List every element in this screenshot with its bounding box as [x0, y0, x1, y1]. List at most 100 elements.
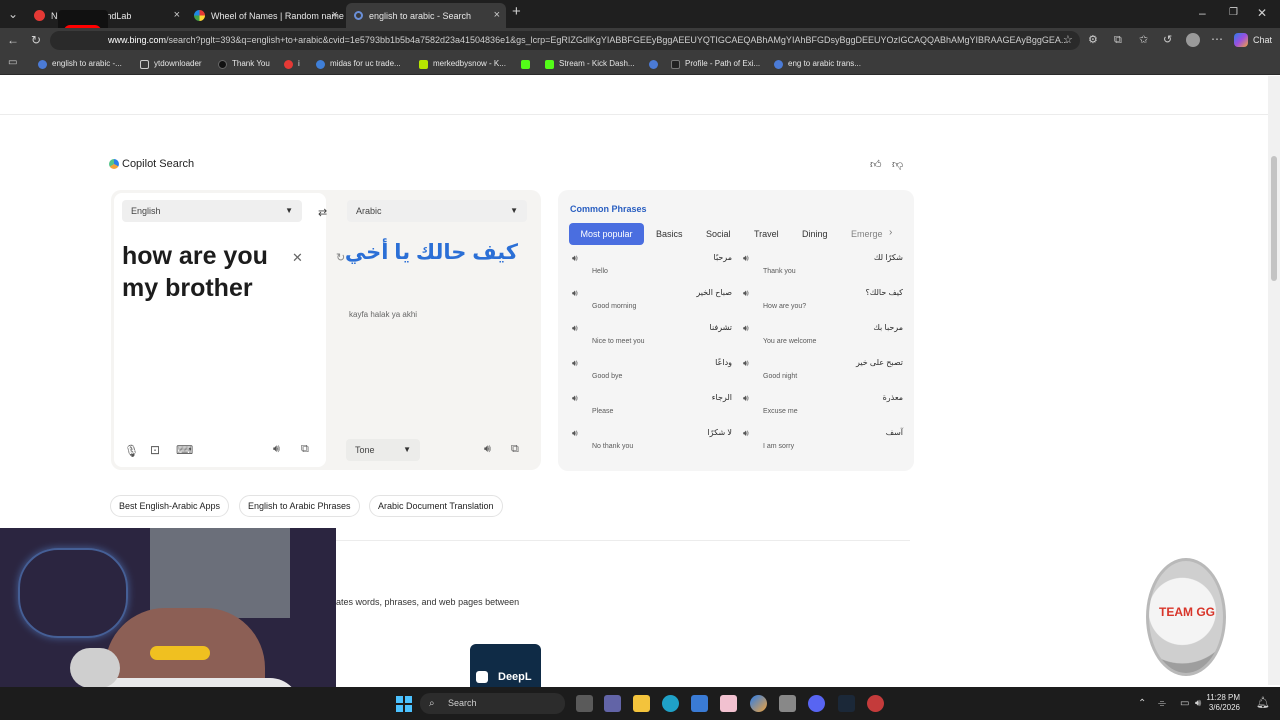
- edge-icon[interactable]: [662, 695, 679, 712]
- phrase-tab-travel[interactable]: Travel: [754, 229, 779, 239]
- close-tab-icon[interactable]: ×: [174, 9, 180, 21]
- phrase-speaker-icon[interactable]: 🔊︎: [743, 253, 749, 264]
- source-speaker-icon[interactable]: 🔊︎: [273, 443, 280, 456]
- phrase-arabic[interactable]: كيف حالك؟: [803, 288, 903, 297]
- phrase-tab-social[interactable]: Social: [706, 229, 731, 239]
- phrase-tab-basics[interactable]: Basics: [656, 229, 683, 239]
- phrase-tab-dining[interactable]: Dining: [802, 229, 828, 239]
- copilot-taskbar-icon[interactable]: [750, 695, 767, 712]
- phrase-arabic[interactable]: وداعًا: [632, 358, 732, 367]
- favorite-star-icon[interactable]: ☆: [1063, 33, 1073, 47]
- phrase-arabic[interactable]: صباح الخير: [632, 288, 732, 297]
- steam-icon[interactable]: [838, 695, 855, 712]
- profile-avatar[interactable]: [1186, 33, 1200, 47]
- close-window-icon[interactable]: ✕: [1257, 6, 1267, 20]
- maximize-icon[interactable]: ❐: [1229, 6, 1238, 20]
- store-icon[interactable]: [691, 695, 708, 712]
- thumbs-down-icon[interactable]: 👎︎: [892, 158, 903, 171]
- split-screen-icon[interactable]: ⧉: [1114, 33, 1122, 47]
- source-text-input[interactable]: how are you my brother: [122, 240, 292, 304]
- clear-text-icon[interactable]: ✕: [292, 250, 303, 266]
- close-tab-icon[interactable]: ×: [494, 9, 500, 21]
- app-icon[interactable]: [779, 695, 796, 712]
- more-menu-icon[interactable]: ⋯: [1211, 32, 1223, 46]
- target-speaker-icon[interactable]: 🔊︎: [484, 443, 491, 456]
- chat-label[interactable]: Chat: [1253, 35, 1272, 45]
- swap-languages-icon[interactable]: ⇄: [318, 206, 327, 219]
- microphone-icon[interactable]: 🎙︎: [124, 444, 139, 458]
- favorite-link[interactable]: ytdownloader: [140, 57, 202, 71]
- phrase-speaker-icon[interactable]: 🔊︎: [572, 428, 578, 439]
- taskbar-search[interactable]: ⌕ Search: [420, 693, 565, 714]
- page-scrollbar[interactable]: [1268, 76, 1280, 685]
- phrase-arabic[interactable]: مرحبًا: [632, 253, 733, 262]
- back-icon[interactable]: ←: [7, 33, 19, 47]
- notifications-icon[interactable]: 🔔︎: [1256, 696, 1270, 710]
- camera-scan-icon[interactable]: ⊡: [150, 443, 160, 457]
- favorites-icon[interactable]: ✩: [1139, 33, 1148, 47]
- close-tab-icon[interactable]: ×: [332, 9, 338, 21]
- display-icon[interactable]: ▭: [1180, 697, 1189, 711]
- target-copy-icon[interactable]: ⧉: [511, 443, 519, 456]
- tab-bing-search[interactable]: english to arabic - Search ×: [346, 3, 506, 28]
- discord-icon[interactable]: [808, 695, 825, 712]
- volume-icon[interactable]: 🔊︎: [1195, 697, 1201, 711]
- favorites-menu-icon[interactable]: ▭: [8, 56, 17, 70]
- phrase-arabic[interactable]: الرجاء: [632, 393, 732, 402]
- phrase-speaker-icon[interactable]: 🔊︎: [572, 323, 578, 334]
- favorite-link[interactable]: midas for uc trade...: [316, 57, 401, 71]
- file-explorer-icon[interactable]: [633, 695, 650, 712]
- thumbs-up-icon[interactable]: 👍︎: [870, 158, 882, 171]
- app-icon[interactable]: [720, 695, 737, 712]
- phrase-arabic[interactable]: مرحبا بك: [803, 323, 903, 332]
- network-icon[interactable]: ⌯: [1158, 697, 1166, 711]
- tab-list-icon[interactable]: ⌄: [8, 7, 18, 21]
- phrase-arabic[interactable]: لا شكرًا: [632, 428, 732, 437]
- suggestion-chip[interactable]: Best English-Arabic Apps: [110, 495, 230, 517]
- keyboard-icon[interactable]: ⌨: [176, 443, 193, 457]
- refresh-icon[interactable]: ↻: [31, 33, 41, 47]
- app-icon[interactable]: [867, 695, 884, 712]
- favorite-link[interactable]: merkedbysnow - K...: [419, 57, 506, 71]
- phrase-arabic[interactable]: تصبح على خير: [803, 358, 903, 367]
- favorite-link[interactable]: Stream - Kick Dash...: [545, 57, 635, 71]
- retranslate-icon[interactable]: ↻: [336, 251, 345, 264]
- deepl-card[interactable]: DeepL: [470, 644, 541, 687]
- favorite-link[interactable]: [649, 57, 663, 71]
- phrase-arabic[interactable]: تشرفنا: [632, 323, 732, 332]
- phrase-arabic[interactable]: شكرًا لك: [803, 253, 903, 262]
- show-hidden-icons-icon[interactable]: ⌃: [1138, 697, 1146, 711]
- favorite-link[interactable]: english to arabic -...: [38, 57, 122, 71]
- suggestion-chip[interactable]: Arabic Document Translation: [369, 495, 503, 517]
- scrollbar-thumb[interactable]: [1271, 156, 1277, 281]
- minimize-icon[interactable]: –: [1199, 6, 1206, 20]
- source-copy-icon[interactable]: ⧉: [301, 443, 309, 456]
- phrase-tab-emergency[interactable]: Emerge: [851, 229, 883, 239]
- favorite-link[interactable]: [521, 57, 535, 71]
- phrase-speaker-icon[interactable]: 🔊︎: [743, 323, 749, 334]
- phrase-speaker-icon[interactable]: 🔊︎: [572, 358, 578, 369]
- phrase-speaker-icon[interactable]: 🔊︎: [743, 358, 749, 369]
- target-language-select[interactable]: Arabic ▼: [347, 200, 527, 222]
- tab-wheel-of-names[interactable]: Wheel of Names | Random name p ×: [186, 3, 344, 28]
- phrase-speaker-icon[interactable]: 🔊︎: [743, 428, 749, 439]
- phrase-arabic[interactable]: معذرة: [803, 393, 903, 402]
- start-button[interactable]: [396, 696, 412, 712]
- phrase-tab-most-popular[interactable]: Most popular: [569, 223, 644, 245]
- extensions-icon[interactable]: ⚙: [1088, 33, 1098, 47]
- phrase-speaker-icon[interactable]: 🔊︎: [743, 393, 749, 404]
- history-icon[interactable]: ↺: [1163, 33, 1172, 47]
- chevron-right-icon[interactable]: ›: [889, 227, 892, 238]
- tone-select[interactable]: Tone ▼: [346, 439, 420, 461]
- favorite-link[interactable]: eng to arabic trans...: [774, 57, 861, 71]
- phrase-speaker-icon[interactable]: 🔊︎: [743, 288, 749, 299]
- favorite-link[interactable]: Thank You: [218, 57, 270, 71]
- phrase-arabic[interactable]: آسف: [803, 428, 903, 437]
- phrase-speaker-icon[interactable]: 🔊︎: [572, 253, 578, 264]
- task-view-icon[interactable]: [576, 695, 593, 712]
- phrase-speaker-icon[interactable]: 🔊︎: [572, 393, 578, 404]
- copilot-icon[interactable]: [1234, 33, 1248, 47]
- clock[interactable]: 11:28 PM 3/6/2026: [1206, 693, 1240, 713]
- favorite-link[interactable]: i: [284, 57, 300, 71]
- teams-icon[interactable]: [604, 695, 621, 712]
